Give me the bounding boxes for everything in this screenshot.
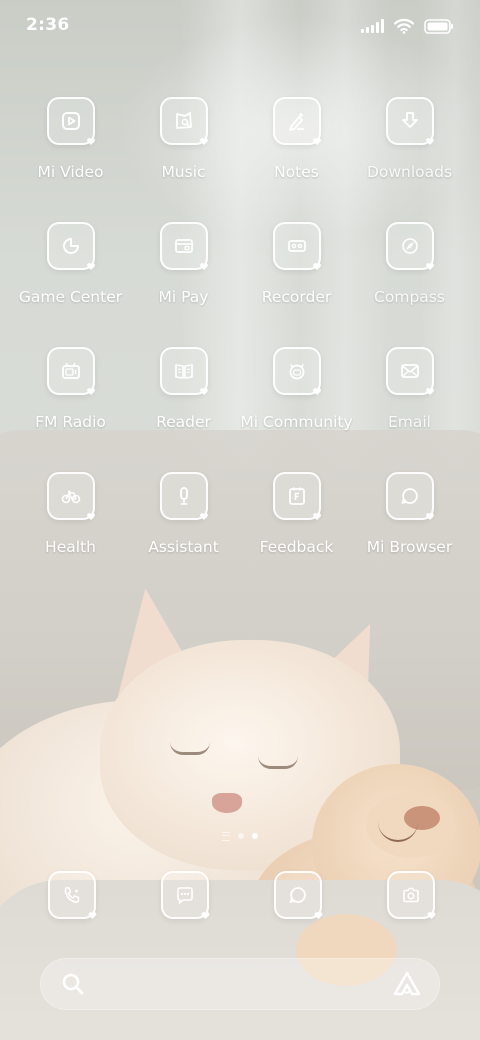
status-time: 2:36 <box>26 15 70 35</box>
messages-icon <box>161 871 209 919</box>
app-label: Downloads <box>366 163 453 181</box>
feedback-icon <box>272 472 321 520</box>
app-health[interactable]: Health <box>14 472 127 572</box>
browser-icon <box>385 472 434 520</box>
app-label: Mi Community <box>240 413 353 431</box>
app-label: Health <box>45 538 96 556</box>
app-label: Notes <box>274 163 319 181</box>
app-mi-browser[interactable]: Mi Browser <box>353 472 466 572</box>
radio-icon <box>46 347 95 395</box>
app-label: Game Center <box>18 288 123 306</box>
page-indicator[interactable] <box>0 830 480 842</box>
app-mi-video[interactable]: Mi Video <box>14 97 127 197</box>
app-compass[interactable]: Compass <box>353 222 466 322</box>
wifi-icon <box>394 18 414 34</box>
app-feedback[interactable]: Feedback <box>240 472 353 572</box>
browser-icon <box>274 871 322 919</box>
app-label: Recorder <box>261 288 332 306</box>
app-game-center[interactable]: Game Center <box>14 222 127 322</box>
search-bar[interactable] <box>40 958 440 1010</box>
status-bar: 2:36 <box>0 0 480 52</box>
recorder-icon <box>272 222 321 270</box>
compass-icon <box>385 222 434 270</box>
camera-icon <box>387 871 435 919</box>
app-label: Assistant <box>148 538 219 556</box>
app-label: Music <box>161 163 206 181</box>
app-mi-community[interactable]: Mi Community <box>240 347 353 447</box>
app-reader[interactable]: Reader <box>127 347 240 447</box>
app-label: FM Radio <box>35 413 106 431</box>
app-notes[interactable]: Notes <box>240 97 353 197</box>
dock-camera[interactable] <box>387 871 435 919</box>
signal-icon <box>361 19 384 33</box>
dock-messages[interactable] <box>161 871 209 919</box>
search-icon[interactable] <box>60 971 86 997</box>
game-center-icon <box>46 222 95 270</box>
page-dot-active[interactable] <box>252 833 258 839</box>
dock-phone[interactable] <box>48 871 96 919</box>
music-icon <box>159 97 208 145</box>
bicycle-icon <box>46 472 95 520</box>
battery-icon <box>424 18 454 34</box>
app-label: Mi Browser <box>366 538 453 556</box>
app-label: Email <box>387 413 431 431</box>
app-label: Mi Video <box>37 163 104 181</box>
app-label: Mi Pay <box>158 288 209 306</box>
downloads-icon <box>385 97 434 145</box>
mail-icon <box>385 347 434 395</box>
phone-icon <box>48 871 96 919</box>
app-email[interactable]: Email <box>353 347 466 447</box>
dock-browser[interactable] <box>274 871 322 919</box>
microphone-icon <box>159 472 208 520</box>
app-mi-pay[interactable]: Mi Pay <box>127 222 240 322</box>
app-music[interactable]: Music <box>127 97 240 197</box>
book-icon <box>159 347 208 395</box>
app-label: Reader <box>156 413 211 431</box>
app-drawer-indicator-icon[interactable] <box>222 831 230 841</box>
notes-icon <box>272 97 321 145</box>
cat-nose <box>212 793 242 813</box>
wallet-icon <box>159 222 208 270</box>
assistant-icon[interactable] <box>392 970 422 998</box>
app-downloads[interactable]: Downloads <box>353 97 466 197</box>
video-icon <box>46 97 95 145</box>
app-assistant[interactable]: Assistant <box>127 472 240 572</box>
community-icon <box>272 347 321 395</box>
status-icons <box>361 16 454 36</box>
app-recorder[interactable]: Recorder <box>240 222 353 322</box>
app-fm-radio[interactable]: FM Radio <box>14 347 127 447</box>
page-dot[interactable] <box>238 833 244 839</box>
app-label: Feedback <box>259 538 334 556</box>
app-label: Compass <box>374 288 445 306</box>
